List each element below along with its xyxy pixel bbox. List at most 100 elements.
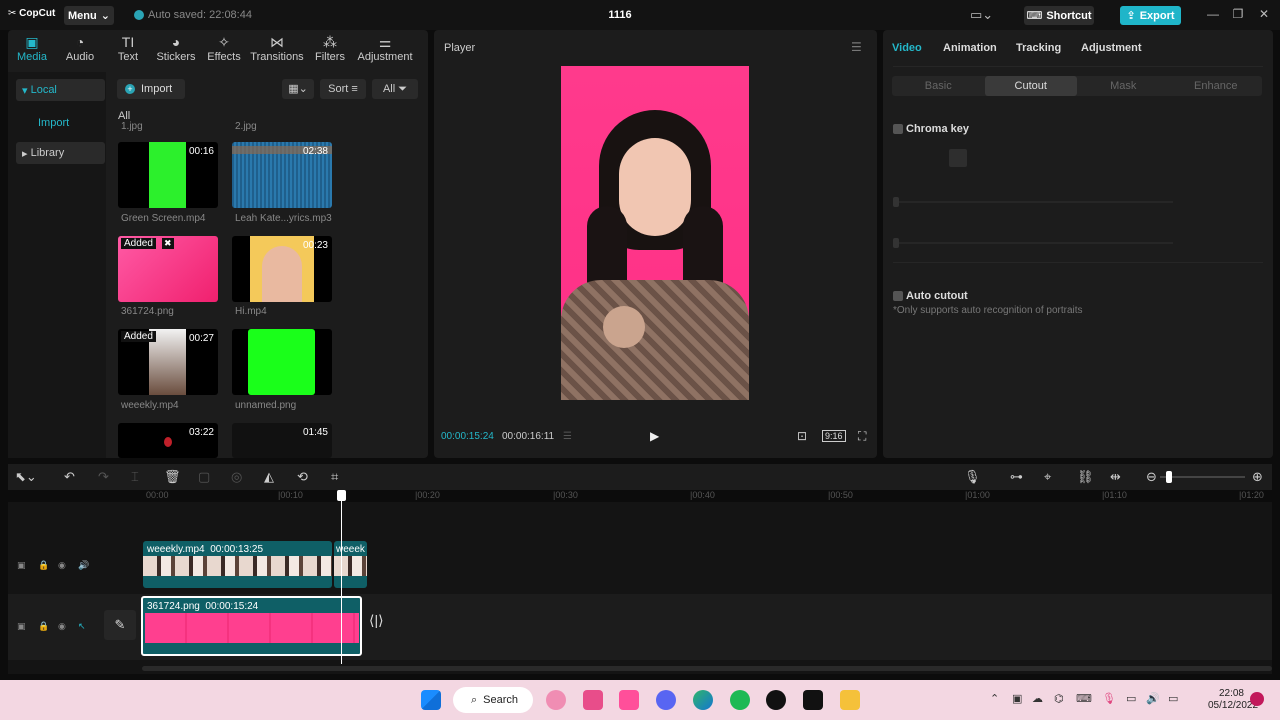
zoom-fit-icon[interactable]: ⊡ <box>797 429 807 443</box>
checkbox[interactable] <box>893 291 903 301</box>
slider-knob[interactable] <box>893 238 899 248</box>
microphone-icon[interactable]: 🎙 <box>1102 692 1116 705</box>
auto-cutout-toggle[interactable]: Auto cutout <box>893 290 968 302</box>
battery-icon[interactable]: ▭ <box>1168 692 1178 705</box>
lock-icon[interactable]: 🔒 <box>38 560 49 571</box>
eye-icon[interactable]: ◉ <box>58 560 66 571</box>
audio-icon[interactable]: 🔊 <box>78 560 89 571</box>
illustrator-icon[interactable] <box>619 690 639 710</box>
tab-filters[interactable]: ⁂ Filters <box>306 30 354 68</box>
chevron-up-icon[interactable]: ⌃ <box>990 692 999 705</box>
lock-icon[interactable]: 🔒 <box>38 621 49 632</box>
preview-axis-icon[interactable]: ⇹ <box>1110 469 1121 485</box>
rotate-icon[interactable]: ⟲ <box>297 469 308 485</box>
track-cover-icon[interactable]: ▣ <box>17 560 26 571</box>
minimize-icon[interactable]: — <box>1203 7 1223 21</box>
undo-icon[interactable]: ↶ <box>64 469 75 485</box>
remove-icon[interactable]: ✖ <box>162 238 174 249</box>
playhead-handle[interactable] <box>337 490 346 501</box>
chroma-key-toggle[interactable]: Chroma key <box>893 123 969 135</box>
subtab-mask[interactable]: Mask <box>1077 76 1170 96</box>
spotify-icon[interactable] <box>730 690 750 710</box>
media-item-hi[interactable]: 00:23 <box>232 236 332 302</box>
discord-icon[interactable] <box>656 690 676 710</box>
color-picker[interactable] <box>949 149 967 167</box>
obs-icon[interactable] <box>766 690 786 710</box>
select-cursor-icon[interactable]: ⬉⌄ <box>15 469 37 485</box>
media-item-unnamed[interactable] <box>232 329 332 395</box>
view-toggle-button[interactable]: ▦⌄ <box>282 79 314 99</box>
edit-icon[interactable]: ✎ <box>104 610 136 640</box>
network-icon[interactable]: ⌬ <box>1054 692 1064 705</box>
slider-knob[interactable] <box>893 197 899 207</box>
menu-icon[interactable]: ☰ <box>851 40 862 54</box>
intensity-slider[interactable] <box>893 201 1173 203</box>
zoom-in-icon[interactable]: ⊕ <box>1252 469 1263 485</box>
delete-icon[interactable]: 🗑 <box>164 469 181 485</box>
zoom-out-icon[interactable]: ⊖ <box>1146 469 1157 485</box>
clip-weeekly[interactable]: weeekly.mp4 00:00:13:25 <box>143 541 332 588</box>
tab-tracking[interactable]: Tracking <box>1016 42 1061 54</box>
import-button[interactable]: + Import <box>117 79 185 99</box>
file-explorer-icon[interactable] <box>840 690 860 710</box>
display-icon[interactable]: ▭ <box>1126 692 1136 705</box>
microphone-icon[interactable]: 🎙 <box>964 469 981 485</box>
subtab-enhance[interactable]: Enhance <box>1170 76 1263 96</box>
filter-all-button[interactable]: All ⏷ <box>372 79 418 99</box>
video-preview[interactable] <box>561 66 749 400</box>
keyboard-icon[interactable]: ⌨ <box>1076 692 1092 705</box>
media-item-7[interactable]: 03:22 <box>118 423 218 458</box>
zoom-slider-knob[interactable] <box>1166 471 1172 483</box>
export-button[interactable]: ⇪ Export <box>1120 6 1181 25</box>
sort-button[interactable]: Sort ≡ <box>320 79 366 99</box>
sidebar-item-local[interactable]: ▾ Local <box>16 79 105 101</box>
aspect-ratio-button[interactable]: 9:16 <box>822 430 846 442</box>
playhead[interactable] <box>341 492 342 664</box>
sidebar-item-import[interactable]: Import <box>16 112 105 134</box>
clip-361724-selected[interactable]: 361724.png 00:00:15:24 <box>141 596 362 656</box>
media-item-weeekly[interactable]: Added 00:27 <box>118 329 218 395</box>
reverse-icon[interactable]: ◎ <box>231 469 242 485</box>
timeline-scrollbar[interactable] <box>142 666 1272 671</box>
zoom-slider[interactable] <box>1160 476 1245 478</box>
link-icon[interactable]: ⛓ <box>1077 469 1094 485</box>
track-cover-icon[interactable]: ▣ <box>17 621 26 632</box>
mirror-icon[interactable]: ◭ <box>264 469 274 485</box>
tab-text[interactable]: TI Text <box>104 30 152 68</box>
eye-icon[interactable]: ◉ <box>58 621 66 632</box>
crop-icon[interactable]: ⌗ <box>331 469 338 485</box>
tab-video[interactable]: Video <box>892 42 922 54</box>
tab-audio[interactable]: ◔ Audio <box>56 30 104 68</box>
sidebar-item-library[interactable]: ▸ Library <box>16 142 105 164</box>
clip-weeekly-2[interactable]: weeek <box>334 541 367 588</box>
tab-stickers[interactable]: ◕ Stickers <box>152 30 200 68</box>
redo-icon[interactable]: ↷ <box>98 469 109 485</box>
app-icon-2[interactable] <box>583 690 603 710</box>
subtab-basic[interactable]: Basic <box>892 76 985 96</box>
freeze-icon[interactable]: ▢ <box>198 469 210 485</box>
auto-snap-icon[interactable]: ⌖ <box>1044 469 1051 485</box>
media-item-8[interactable]: 01:45 <box>232 423 332 458</box>
tab-animation[interactable]: Animation <box>943 42 997 54</box>
windows-start-icon[interactable] <box>421 690 441 710</box>
shortcut-button[interactable]: ⌨ Shortcut <box>1024 6 1094 25</box>
cloud-icon[interactable]: ☁ <box>1032 692 1043 705</box>
tab-adjustment-right[interactable]: Adjustment <box>1081 42 1142 54</box>
tab-adjustment[interactable]: ⚌ Adjustment <box>354 30 416 68</box>
media-item-green-screen[interactable]: 00:16 <box>118 142 218 208</box>
main-track-magnet-icon[interactable]: ↖ <box>78 621 86 632</box>
split-icon[interactable]: ⌶ <box>131 469 139 485</box>
media-item-audio[interactable]: 02:38 <box>232 142 332 208</box>
edge-icon[interactable] <box>693 690 713 710</box>
nvidia-icon[interactable]: ▣ <box>1012 692 1022 705</box>
layout-icon[interactable]: ▭⌄ <box>970 7 993 23</box>
taskbar-search[interactable]: ⌕ Search <box>453 687 533 713</box>
tab-transitions[interactable]: ⋈ Transitions <box>248 30 306 68</box>
menu-button[interactable]: Menu ⌄ <box>64 6 114 25</box>
app-icon-1[interactable] <box>546 690 566 710</box>
maximize-icon[interactable]: ❐ <box>1228 7 1248 21</box>
timecode-list-icon[interactable]: ☰ <box>563 431 572 442</box>
main-track-link-icon[interactable]: ⊶ <box>1010 469 1023 485</box>
tab-media[interactable]: ▣ Media <box>8 30 56 68</box>
notification-icon[interactable] <box>1250 692 1264 706</box>
